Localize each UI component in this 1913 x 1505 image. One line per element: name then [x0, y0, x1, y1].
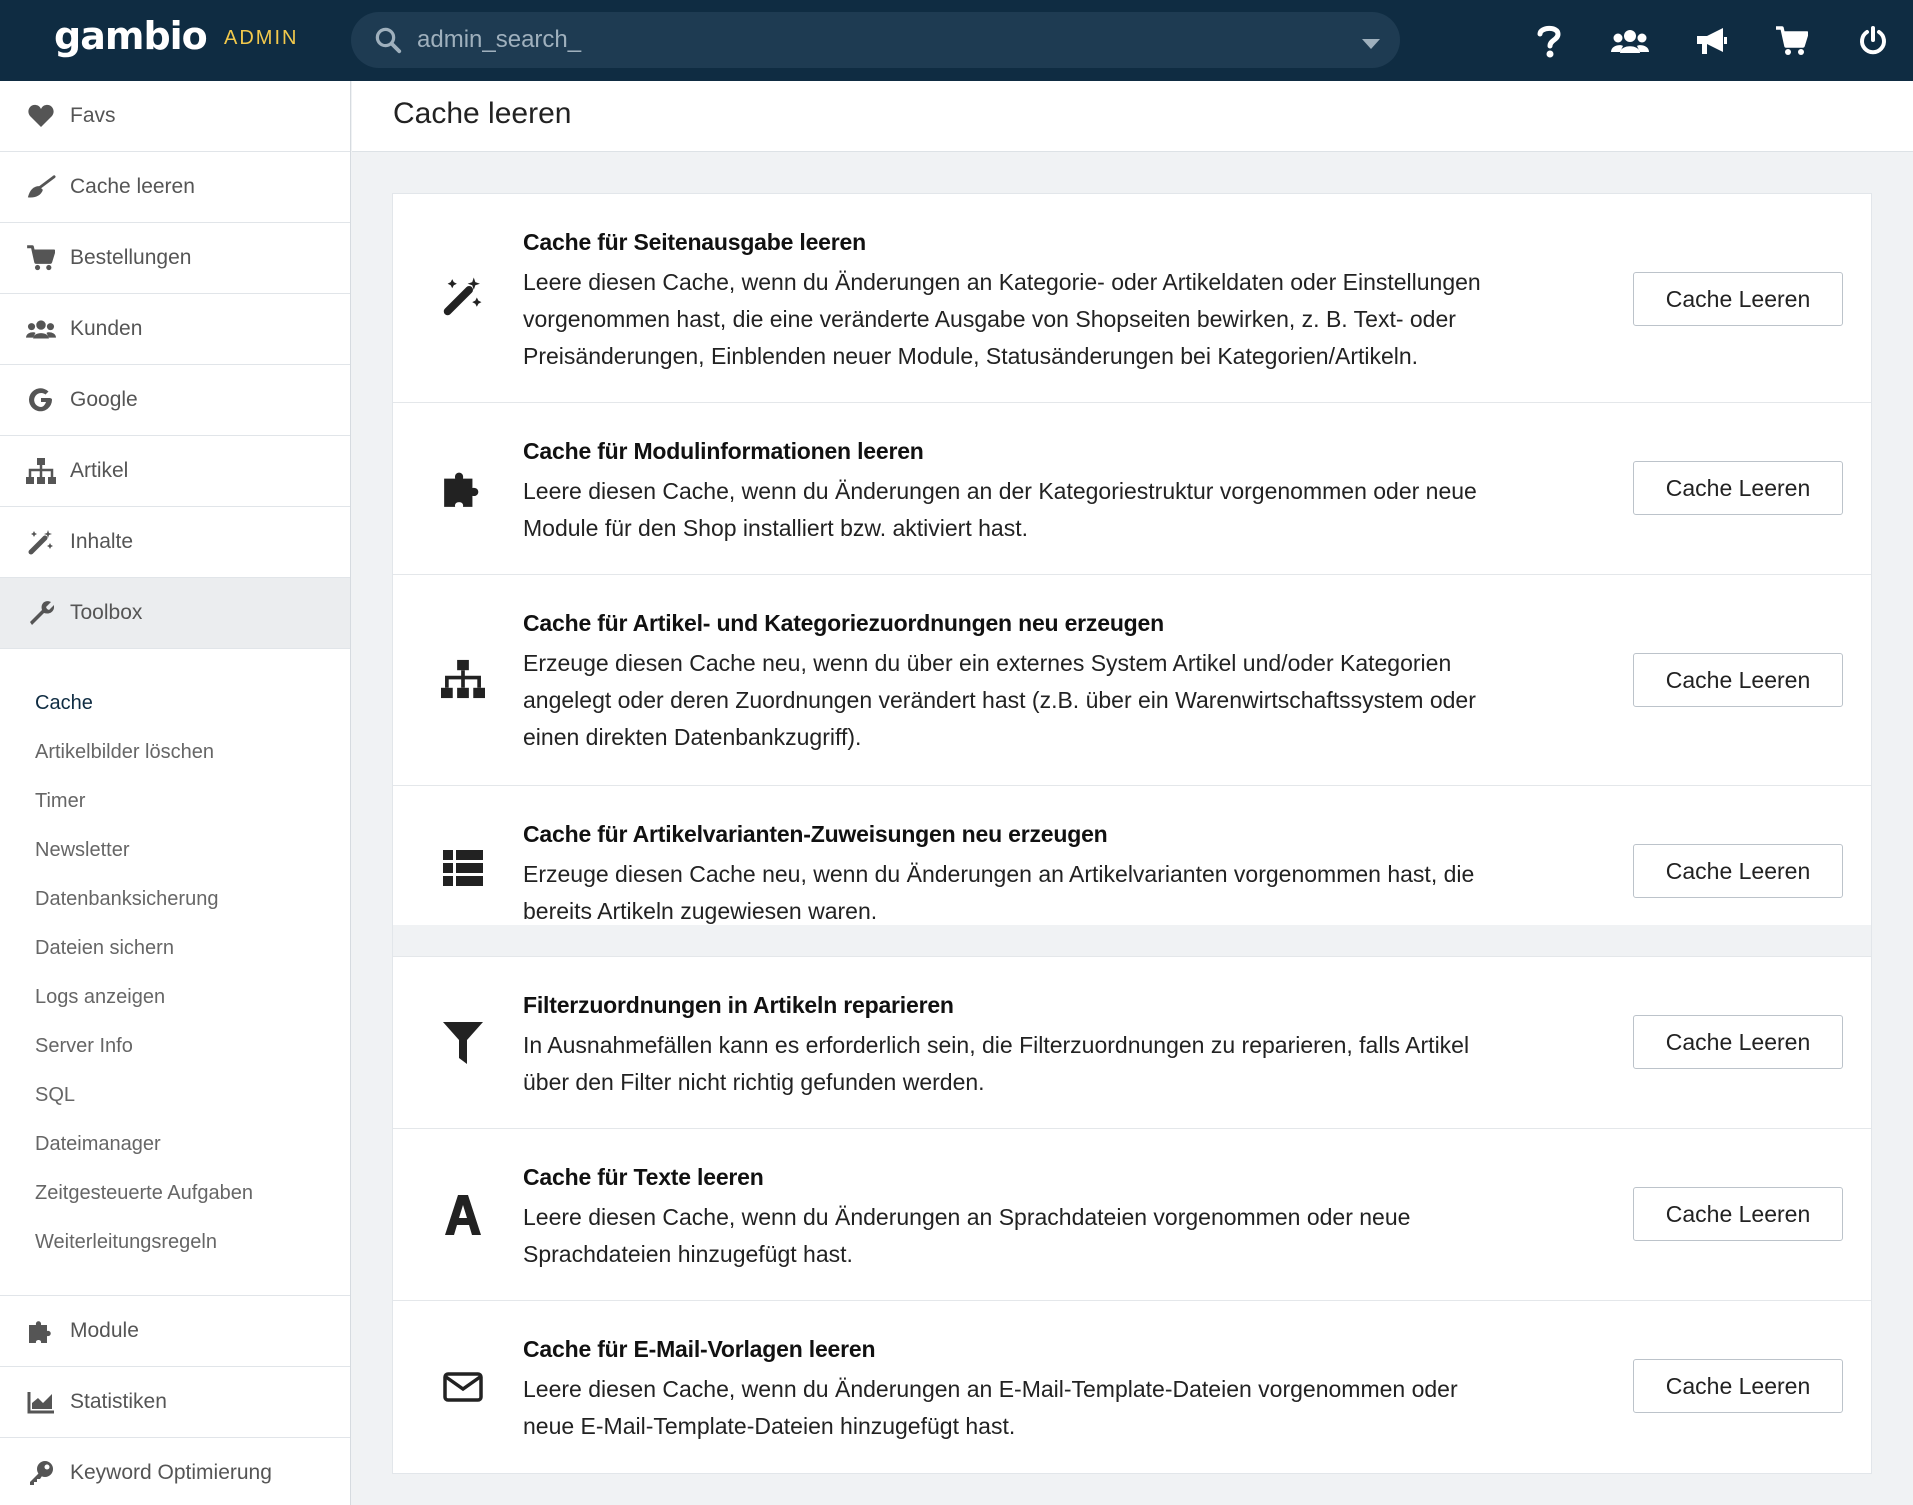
- sidebar-item-label: Keyword Optimierung: [70, 1461, 272, 1484]
- card-title: Cache für Artikel- und Kategoriezuordnun…: [523, 610, 1164, 636]
- sitemap-icon: [441, 657, 485, 701]
- sidebar-item-label: Artikel: [70, 459, 129, 482]
- cache-card-filterzuordnungen: Filterzuordnungen in Artikeln reparieren…: [393, 957, 1871, 1129]
- sidebar-item-label: Toolbox: [70, 601, 143, 624]
- puzzle-icon: [441, 466, 485, 510]
- submenu-item-dateimanager[interactable]: Dateimanager: [0, 1120, 350, 1169]
- sitemap-icon: [26, 456, 56, 486]
- submenu-item-datenbanksicherung[interactable]: Datenbanksicherung: [0, 875, 350, 924]
- sidebar-item-label: Cache leeren: [70, 175, 195, 198]
- submenu-item-server-info[interactable]: Server Info: [0, 1022, 350, 1071]
- cache-card-seitenausgabe: Cache für Seitenausgabe leeren Leere die…: [393, 194, 1871, 403]
- card-description: Leere diesen Cache, wenn du Änderungen a…: [523, 478, 1477, 541]
- key-icon: [26, 1458, 56, 1488]
- cache-card-texte: Cache für Texte leeren Leere diesen Cach…: [393, 1129, 1871, 1301]
- cache-card-artikel-kategoriezuordnungen: Cache für Artikel- und Kategoriezuordnun…: [393, 575, 1871, 786]
- top-bar: gambio ADMIN: [0, 0, 1913, 81]
- cache-leeren-button[interactable]: Cache Leeren: [1633, 1187, 1843, 1241]
- sidebar-item-label: Module: [70, 1319, 139, 1342]
- submenu-item-timer[interactable]: Timer: [0, 777, 350, 826]
- sidebar-item-statistiken[interactable]: Statistiken: [0, 1367, 350, 1438]
- envelope-icon: [441, 1365, 485, 1409]
- gambio-logo[interactable]: gambio: [54, 14, 208, 58]
- admin-search[interactable]: [351, 12, 1400, 68]
- card-title: Filterzuordnungen in Artikeln reparieren: [523, 992, 954, 1018]
- card-title: Cache für Modulinformationen leeren: [523, 438, 924, 464]
- sidebar-item-favs[interactable]: Favs: [0, 81, 350, 152]
- cache-leeren-button[interactable]: Cache Leeren: [1633, 844, 1843, 898]
- cache-leeren-button[interactable]: Cache Leeren: [1633, 272, 1843, 326]
- submenu-item-cache[interactable]: Cache: [0, 679, 350, 728]
- toolbox-submenu: Cache Artikelbilder löschen Timer Newsle…: [0, 649, 350, 1296]
- users-icon: [26, 314, 56, 344]
- sidebar-item-module[interactable]: Module: [0, 1296, 350, 1367]
- chevron-down-icon[interactable]: [1362, 36, 1380, 54]
- font-icon: [441, 1193, 485, 1237]
- card-title: Cache für E-Mail-Vorlagen leeren: [523, 1336, 876, 1362]
- submenu-item-dateien-sichern[interactable]: Dateien sichern: [0, 924, 350, 973]
- magic-wand-icon: [441, 274, 485, 318]
- page-title: Cache leeren: [393, 97, 572, 130]
- google-icon: [26, 385, 56, 415]
- heart-icon: [26, 101, 56, 131]
- list-icon: [441, 846, 485, 890]
- cache-leeren-button[interactable]: Cache Leeren: [1633, 461, 1843, 515]
- cache-card-modulinformationen: Cache für Modulinformationen leeren Leer…: [393, 403, 1871, 575]
- submenu-item-logs-anzeigen[interactable]: Logs anzeigen: [0, 973, 350, 1022]
- sidebar-item-label: Bestellungen: [70, 246, 192, 269]
- submenu-item-newsletter[interactable]: Newsletter: [0, 826, 350, 875]
- search-input[interactable]: [417, 12, 1317, 68]
- submenu-item-weiterleitungsregeln[interactable]: Weiterleitungsregeln: [0, 1218, 350, 1267]
- cache-card-artikelvarianten: Cache für Artikelvarianten-Zuweisungen n…: [393, 786, 1871, 925]
- card-description: Erzeuge diesen Cache neu, wenn du Änderu…: [523, 861, 1475, 924]
- cart-icon[interactable]: [1751, 0, 1832, 81]
- sidebar-item-kunden[interactable]: Kunden: [0, 294, 350, 365]
- card-title: Cache für Texte leeren: [523, 1164, 764, 1190]
- sidebar-item-label: Favs: [70, 104, 116, 127]
- submenu-item-zeitgesteuerte-aufgaben[interactable]: Zeitgesteuerte Aufgaben: [0, 1169, 350, 1218]
- submenu-item-sql[interactable]: SQL: [0, 1071, 350, 1120]
- page-header: Cache leeren: [352, 81, 1913, 152]
- sidebar-item-google[interactable]: Google: [0, 365, 350, 436]
- cache-leeren-button[interactable]: Cache Leeren: [1633, 1359, 1843, 1413]
- cache-panel: Cache für Seitenausgabe leeren Leere die…: [392, 193, 1872, 1474]
- filter-icon: [441, 1021, 485, 1065]
- sidebar-item-label: Google: [70, 388, 138, 411]
- card-title: Cache für Seitenausgabe leeren: [523, 229, 866, 255]
- cache-card-email-vorlagen: Cache für E-Mail-Vorlagen leeren Leere d…: [393, 1301, 1871, 1473]
- sidebar-item-artikel[interactable]: Artikel: [0, 436, 350, 507]
- sidebar-item-toolbox[interactable]: Toolbox: [0, 578, 350, 649]
- power-icon[interactable]: [1832, 0, 1913, 81]
- wrench-icon: [26, 598, 56, 628]
- cache-leeren-button[interactable]: Cache Leeren: [1633, 653, 1843, 707]
- card-description: In Ausnahmefällen kann es erforderlich s…: [523, 1032, 1470, 1095]
- cache-leeren-button[interactable]: Cache Leeren: [1633, 1015, 1843, 1069]
- chart-icon: [26, 1387, 56, 1417]
- megaphone-icon[interactable]: [1670, 0, 1751, 81]
- broom-icon: [26, 172, 56, 202]
- sidebar-item-label: Kunden: [70, 317, 143, 340]
- card-title: Cache für Artikelvarianten-Zuweisungen n…: [523, 821, 1108, 847]
- cart-icon: [26, 243, 56, 273]
- puzzle-icon: [26, 1316, 56, 1346]
- admin-label: ADMIN: [224, 27, 299, 49]
- magic-wand-icon: [26, 527, 56, 557]
- card-description: Leere diesen Cache, wenn du Änderungen a…: [523, 269, 1481, 369]
- card-description: Erzeuge diesen Cache neu, wenn du über e…: [523, 650, 1476, 750]
- users-icon[interactable]: [1589, 0, 1670, 81]
- card-description: Leere diesen Cache, wenn du Änderungen a…: [523, 1376, 1458, 1439]
- sidebar-item-keyword-optimierung[interactable]: Keyword Optimierung: [0, 1438, 350, 1505]
- sidebar-item-cache-leeren[interactable]: Cache leeren: [0, 152, 350, 223]
- help-icon[interactable]: [1508, 0, 1589, 81]
- search-icon: [373, 25, 403, 60]
- submenu-item-artikelbilder-loeschen[interactable]: Artikelbilder löschen: [0, 728, 350, 777]
- sidebar: Favs Cache leeren Bestellungen Kunden Go…: [0, 81, 351, 1505]
- sidebar-item-bestellungen[interactable]: Bestellungen: [0, 223, 350, 294]
- sidebar-item-label: Inhalte: [70, 530, 134, 553]
- sidebar-item-label: Statistiken: [70, 1390, 167, 1413]
- sidebar-item-inhalte[interactable]: Inhalte: [0, 507, 350, 578]
- card-description: Leere diesen Cache, wenn du Änderungen a…: [523, 1204, 1411, 1267]
